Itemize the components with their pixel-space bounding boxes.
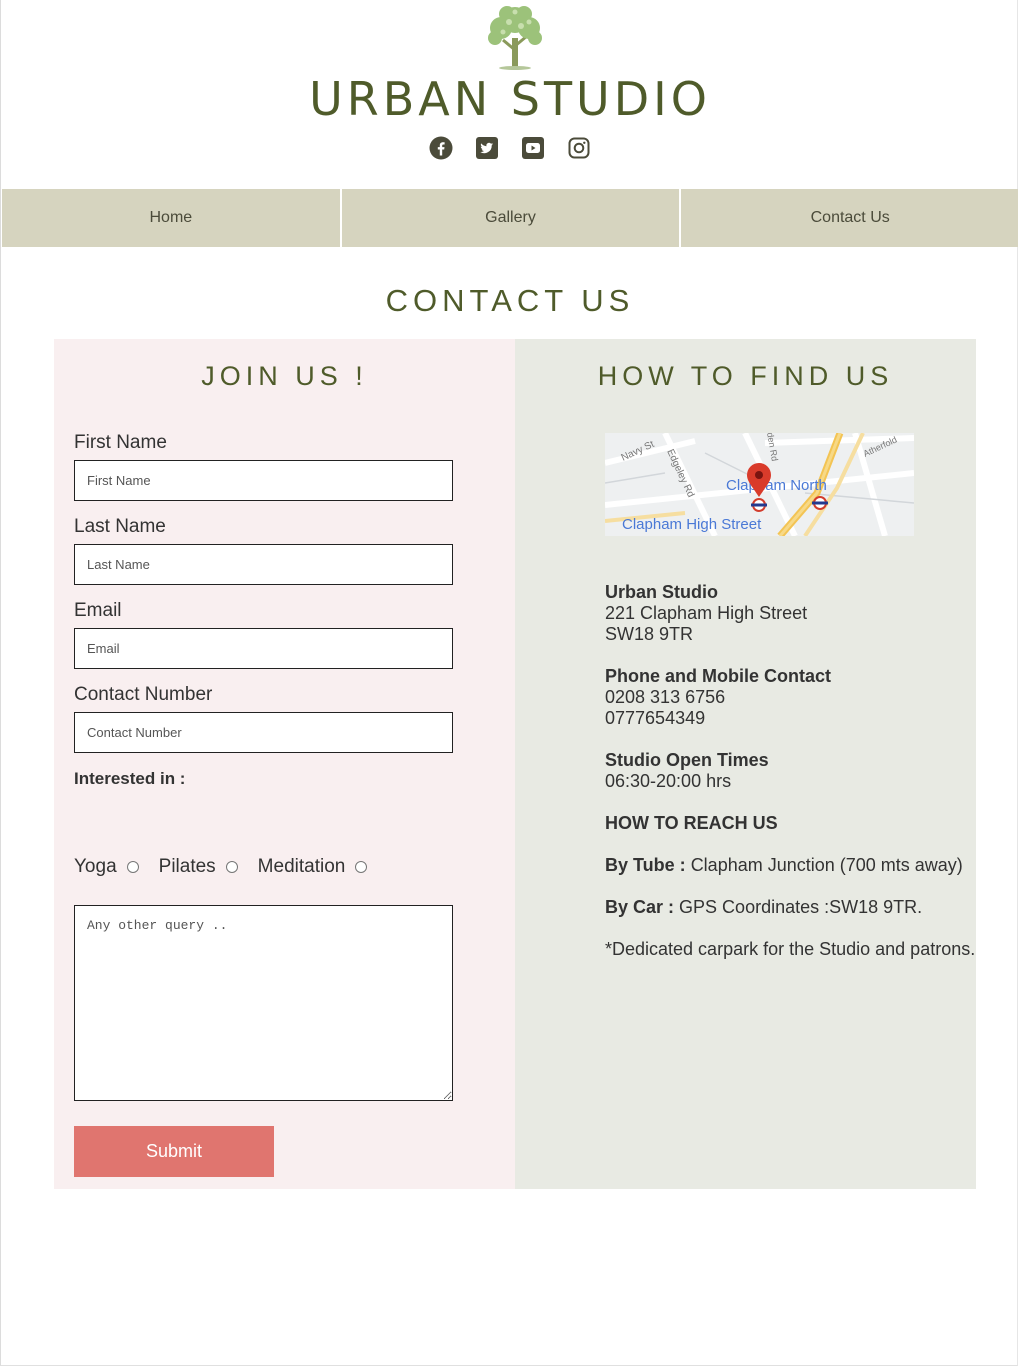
location-map[interactable]: Navy St Edgeley Rd den Rd Atherfold Clap… (605, 433, 914, 536)
option-yoga-label: Yoga (74, 856, 117, 877)
times-heading: Studio Open Times (605, 750, 769, 770)
brand-title: URBAN STUDIO (309, 72, 711, 126)
facebook-icon[interactable] (429, 136, 453, 160)
contact-number-input[interactable] (74, 712, 453, 753)
interest-options: Yoga Pilates Meditation (74, 856, 387, 878)
reach-heading-text: HOW TO REACH US (605, 813, 778, 833)
first-name-label: First Name (74, 432, 167, 453)
car-text: GPS Coordinates :SW18 9TR. (679, 897, 923, 917)
option-meditation[interactable]: Meditation (258, 856, 368, 878)
first-name-input[interactable] (74, 460, 453, 501)
youtube-icon[interactable] (521, 136, 545, 160)
reach-heading: HOW TO REACH US (605, 813, 778, 834)
phone-block: Phone and Mobile Contact 0208 313 6756 0… (605, 666, 831, 729)
studio-name: Urban Studio (605, 582, 718, 602)
nav-contact-us[interactable]: Contact Us (681, 189, 1018, 247)
submit-button[interactable]: Submit (74, 1126, 274, 1177)
last-name-label: Last Name (74, 516, 166, 537)
open-times: 06:30-20:00 hrs (605, 771, 732, 791)
meditation-radio[interactable] (355, 861, 368, 873)
map-label-clapham-high-street: Clapham High Street (622, 516, 762, 533)
email-label: Email (74, 600, 122, 621)
phone-2: 0777654349 (605, 708, 706, 728)
option-yoga[interactable]: Yoga (74, 856, 139, 878)
nav-gallery[interactable]: Gallery (341, 189, 682, 247)
join-panel: JOIN US ! First Name Last Name Email Con… (54, 339, 515, 1189)
social-links (1, 136, 1018, 160)
page-title: CONTACT US (385, 283, 635, 318)
option-pilates-label: Pilates (158, 856, 216, 877)
last-name-input[interactable] (74, 544, 453, 585)
option-pilates[interactable]: Pilates (159, 856, 238, 878)
join-title: JOIN US ! (201, 361, 368, 391)
yoga-radio[interactable] (126, 861, 139, 873)
times-block: Studio Open Times 06:30-20:00 hrs (605, 750, 769, 792)
parking-note: *Dedicated carpark for the Studio and pa… (605, 939, 976, 959)
contact-number-label: Contact Number (74, 684, 213, 705)
phone-1: 0208 313 6756 (605, 687, 726, 707)
find-title: HOW TO FIND US (597, 361, 894, 391)
phone-heading: Phone and Mobile Contact (605, 666, 832, 686)
pilates-radio[interactable] (225, 861, 238, 873)
query-textarea[interactable] (74, 905, 453, 1101)
email-input[interactable] (74, 628, 453, 669)
nav-home[interactable]: Home (2, 189, 342, 247)
instagram-icon[interactable] (567, 136, 591, 160)
address-line-2: SW18 9TR (605, 624, 694, 644)
tube-text: Clapham Junction (700 mts away) (690, 855, 963, 875)
interested-label: Interested in : (74, 769, 186, 788)
address-block: Urban Studio 221 Clapham High Street SW1… (605, 582, 807, 645)
tree-logo-icon (479, 2, 551, 72)
tube-label: By Tube : (605, 855, 686, 875)
car-label: By Car : (605, 897, 675, 917)
option-meditation-label: Meditation (257, 856, 346, 877)
find-panel: HOW TO FIND US Navy St Edgeley Rd den Rd… (515, 339, 976, 1189)
by-car: By Car : GPS Coordinates :SW18 9TR. (605, 897, 922, 918)
twitter-icon[interactable] (475, 136, 499, 160)
main-nav: Home Gallery Contact Us (2, 189, 1018, 247)
address-line-1: 221 Clapham High Street (605, 603, 808, 623)
by-tube: By Tube : Clapham Junction (700 mts away… (605, 855, 963, 876)
map-label-clapham-north: Clapham North (726, 477, 827, 494)
